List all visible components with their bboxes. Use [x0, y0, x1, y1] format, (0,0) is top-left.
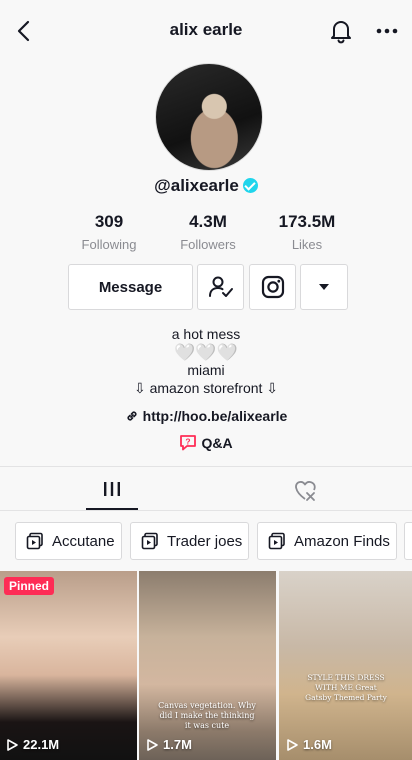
qa-button[interactable]: ? Q&A — [0, 434, 412, 452]
bell-icon[interactable] — [328, 18, 354, 44]
followers-label: Followers — [180, 237, 236, 252]
bio-line-3: ⇩ amazon storefront ⇩ — [133, 380, 279, 396]
playlist-chip-accutane[interactable]: Accutane — [15, 522, 122, 560]
divider — [0, 510, 412, 511]
heart-lock-icon — [295, 481, 316, 501]
playlist-label: Accutane — [52, 532, 115, 550]
more-options-icon[interactable] — [374, 20, 400, 42]
verified-badge-icon — [242, 178, 258, 193]
tab-videos[interactable] — [86, 474, 138, 510]
video-view-count: 1.6M — [285, 737, 332, 752]
playlist-chip-overflow[interactable] — [404, 522, 412, 560]
video-thumbnail[interactable]: STYLE THIS DRESS WITH ME Great Gatsby Th… — [279, 571, 412, 760]
bio-link-text: http://hoo.be/alixearle — [142, 408, 288, 424]
bio-link[interactable]: http://hoo.be/alixearle — [0, 408, 412, 424]
following-stat[interactable]: 309 Following — [59, 212, 159, 252]
divider — [0, 466, 412, 467]
svg-text:?: ? — [186, 437, 191, 447]
bio-line-2: miami — [187, 362, 225, 378]
likes-count: 173.5M — [278, 212, 336, 231]
playlist-chip-amazon-finds[interactable]: Amazon Finds — [257, 522, 397, 560]
more-dropdown-button[interactable] — [300, 264, 348, 310]
user-check-icon — [208, 276, 233, 297]
qa-icon: ? — [180, 435, 197, 451]
pinned-badge: Pinned — [4, 577, 55, 595]
video-caption: Canvas vegetation. Why did I make the th… — [158, 701, 256, 730]
following-label: Following — [81, 237, 137, 252]
caret-down-icon — [319, 284, 329, 290]
bio-hearts: 🤍🤍🤍 — [174, 343, 238, 362]
grid-icon — [104, 482, 120, 496]
likes-stat: 173.5M Likes — [257, 212, 357, 252]
message-button[interactable]: Message — [68, 264, 193, 310]
play-icon — [287, 738, 298, 751]
play-icon — [7, 738, 18, 751]
avatar[interactable] — [155, 63, 263, 171]
link-icon — [127, 411, 137, 421]
username: @alixearle — [0, 176, 412, 196]
instagram-icon — [261, 275, 284, 299]
view-count-text: 1.6M — [303, 737, 332, 752]
playlist-chip-trader-joes[interactable]: Trader joes — [130, 522, 249, 560]
view-count-text: 22.1M — [23, 737, 60, 752]
followers-count: 4.3M — [189, 212, 227, 231]
playlist-label: Trader joes — [167, 532, 243, 550]
view-count-text: 1.7M — [163, 737, 192, 752]
video-view-count: 1.7M — [145, 737, 192, 752]
followers-stat[interactable]: 4.3M Followers — [158, 212, 258, 252]
play-icon — [147, 738, 158, 751]
following-count: 309 — [94, 212, 124, 231]
playlist-icon — [26, 532, 43, 550]
video-thumbnail[interactable] — [0, 571, 137, 760]
playlist-icon — [268, 532, 285, 550]
bio-line-1: a hot mess — [171, 326, 241, 342]
tab-liked[interactable] — [290, 476, 320, 504]
video-view-count: 22.1M — [5, 737, 59, 752]
playlist-label: Amazon Finds — [294, 532, 390, 550]
likes-label: Likes — [291, 237, 323, 252]
video-caption: STYLE THIS DRESS WITH ME Great Gatsby Th… — [305, 673, 387, 702]
playlist-icon — [141, 532, 158, 550]
instagram-button[interactable] — [249, 264, 296, 310]
qa-label: Q&A — [201, 435, 233, 451]
video-thumbnail[interactable]: Canvas vegetation. Why did I make the th… — [139, 571, 276, 760]
username-text: @alixearle — [154, 176, 239, 195]
following-status-button[interactable] — [197, 264, 244, 310]
